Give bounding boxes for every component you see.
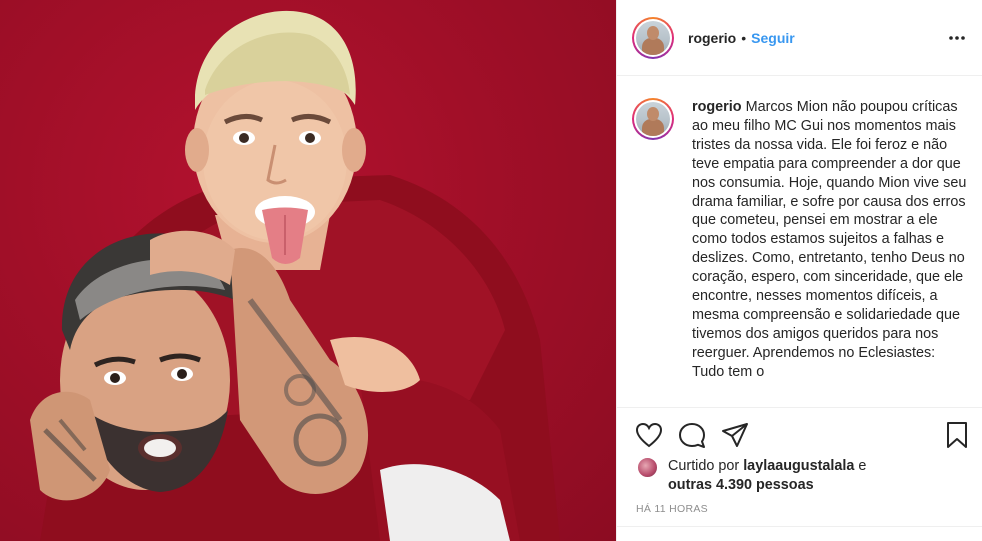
post-photo-illustration (30, 10, 560, 541)
avatar-inner (634, 18, 672, 57)
likes-others-link[interactable]: outras 4.390 pessoas (668, 477, 814, 493)
post-photo[interactable] (0, 0, 616, 541)
likes-prefix: Curtido por (668, 458, 744, 474)
post-timestamp[interactable]: HÁ 11 HORAS (636, 503, 708, 515)
post-header: rogerio • Seguir (617, 0, 982, 76)
post-actions: Curtido por laylaaugustalala e outras 4.… (617, 407, 982, 527)
likes-summary: Curtido por laylaaugustalala e outras 4.… (637, 457, 866, 495)
likes-middle: e (854, 458, 867, 474)
follow-button[interactable]: Seguir (751, 30, 795, 46)
paper-plane-icon[interactable] (720, 420, 750, 450)
avatar-inner (634, 100, 672, 138)
avatar-photo (636, 102, 670, 136)
more-horizontal-icon[interactable] (947, 28, 967, 48)
avatar-head (647, 25, 659, 40)
post-detail-panel: rogerio • Seguir rogerio Marcos Mion não… (616, 0, 982, 541)
comment-bubble-icon[interactable] (677, 420, 707, 450)
liker-username[interactable]: laylaaugustalala (743, 458, 854, 474)
avatar-body (642, 37, 664, 55)
likes-text: Curtido por laylaaugustalala e outras 4.… (668, 457, 866, 495)
caption-author-avatar[interactable] (632, 98, 674, 140)
caption-text: Marcos Mion não poupou críticas ao meu f… (692, 99, 967, 380)
divider (617, 526, 982, 527)
avatar-photo (636, 20, 670, 55)
heart-icon[interactable] (634, 420, 664, 450)
caption-area[interactable]: rogerio Marcos Mion não poupou críticas … (617, 77, 982, 407)
author-avatar[interactable] (632, 16, 674, 59)
bookmark-icon[interactable] (942, 420, 972, 450)
header-separator: • (741, 29, 747, 46)
author-username[interactable]: rogerio (688, 30, 736, 46)
avatar-body (642, 119, 664, 136)
liker-avatar[interactable] (637, 457, 658, 478)
caption-username[interactable]: rogerio (692, 99, 742, 115)
avatar-head (647, 107, 659, 121)
caption-text-block: rogerio Marcos Mion não poupou críticas … (692, 98, 967, 407)
